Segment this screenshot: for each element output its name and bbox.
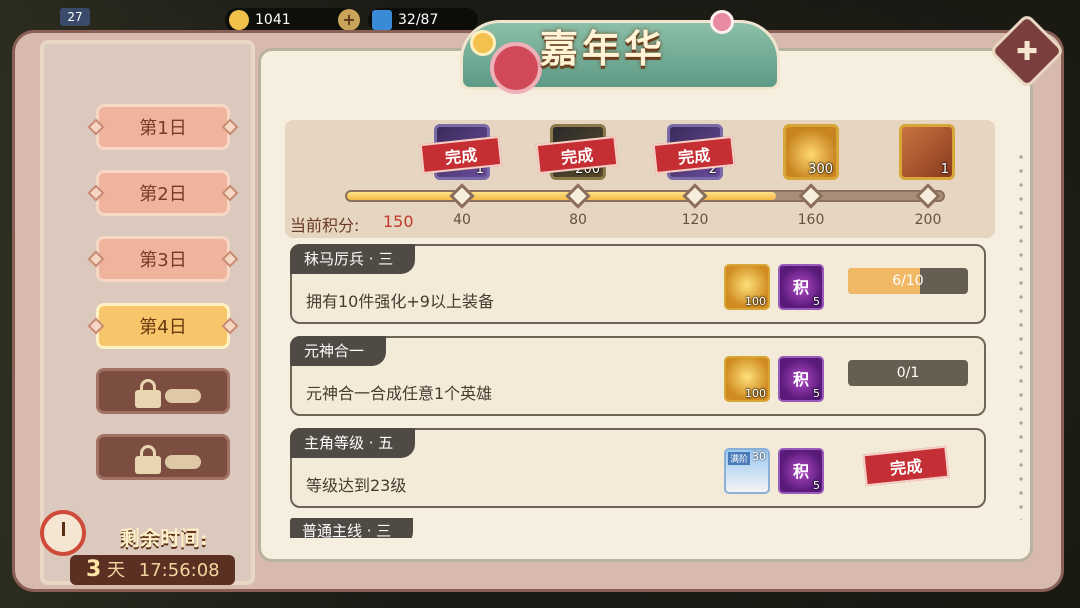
title-banner: 嘉年华	[440, 0, 800, 100]
reward-count: 300	[808, 162, 833, 177]
task-description: 拥有10件强化+9以上装备	[306, 292, 494, 311]
gold-ingot-reward-icon[interactable]: 100	[724, 264, 770, 310]
page-title: 嘉年华	[540, 26, 667, 71]
reward-level: 30	[752, 450, 766, 463]
lock-icon	[135, 379, 161, 408]
reward-count: 1	[940, 162, 949, 177]
milestone-reward-4[interactable]: 300	[783, 124, 839, 180]
task-progress-bar: 0/1	[848, 360, 968, 386]
score-progress-bar	[345, 190, 945, 202]
remaining-time-label: 剩余时间:	[120, 526, 208, 550]
energy-icon	[372, 10, 392, 30]
gold-ingot-reward-icon[interactable]: 100	[724, 356, 770, 402]
remaining-time: 3 天 17:56:08	[70, 555, 235, 585]
add-gold-button[interactable]: +	[338, 9, 360, 31]
plum-flower-icon	[710, 10, 734, 34]
task-progress-text: 0/1	[896, 365, 920, 381]
cloud-ornament-icon	[165, 389, 201, 403]
reward-count: 5	[813, 479, 820, 492]
milestone-label: 200	[914, 212, 942, 228]
day-tab-4[interactable]: 第4日	[87, 303, 239, 349]
task-title: 主角等级 · 五	[290, 428, 416, 458]
task-title: 秣马厉兵 · 三	[290, 244, 416, 274]
plum-flower-icon	[470, 30, 496, 56]
points-reward-icon[interactable]: 积5	[778, 264, 824, 310]
alarm-clock-icon	[40, 510, 86, 556]
current-score-value: 150	[383, 212, 414, 231]
close-icon: ✚	[1016, 37, 1038, 67]
points-reward-icon[interactable]: 积5	[778, 356, 824, 402]
gold-amount: 1041	[255, 12, 291, 28]
day-tab-1[interactable]: 第1日	[87, 104, 239, 150]
cloud-ornament-icon	[165, 455, 201, 469]
day-tab-2[interactable]: 第2日	[87, 170, 239, 216]
day-tab-3[interactable]: 第3日	[87, 236, 239, 282]
lock-icon	[135, 445, 161, 474]
task-progress-text: 6/10	[892, 273, 924, 289]
remaining-clock: 17:56:08	[138, 560, 220, 581]
task-card: 元神合一 元神合一合成任意1个英雄 100 积5 0/1	[290, 336, 986, 416]
task-card-partial: 普通主线 · 三	[290, 518, 986, 538]
current-score-label: 当前积分:	[290, 216, 360, 235]
day-label: 第3日	[139, 250, 187, 271]
task-progress-bar: 6/10	[848, 268, 968, 294]
reward-count: 5	[813, 295, 820, 308]
milestone-label: 80	[569, 212, 587, 228]
milestone-label: 40	[453, 212, 471, 228]
task-card: 主角等级 · 五 等级达到23级 30 满阶 积5 完成	[290, 428, 986, 508]
milestone-label: 120	[681, 212, 709, 228]
player-level: 27	[60, 8, 90, 26]
task-description: 等级达到23级	[306, 476, 407, 495]
score-progress-fill	[347, 192, 777, 200]
reward-count: 5	[813, 387, 820, 400]
reward-count: 100	[745, 387, 766, 400]
task-title: 元神合一	[290, 336, 387, 366]
day-label: 第2日	[139, 184, 187, 205]
task-description: 元神合一合成任意1个英雄	[306, 384, 493, 403]
days-unit: 天	[107, 560, 126, 581]
day-label: 第1日	[139, 118, 187, 139]
milestone-reward-5[interactable]: 1	[899, 124, 955, 180]
day-tab-5-locked[interactable]	[96, 368, 230, 414]
points-reward-icon[interactable]: 积5	[778, 448, 824, 494]
milestone-label: 160	[797, 212, 825, 228]
reward-tag: 满阶	[728, 452, 751, 465]
scroll-indicator[interactable]	[1018, 150, 1024, 520]
remaining-days: 3	[86, 557, 102, 582]
gold-counter: 1041	[225, 8, 355, 32]
gold-ingot-icon	[229, 10, 249, 30]
day-tab-6-locked[interactable]	[96, 434, 230, 480]
day-label: 第4日	[139, 317, 187, 338]
reward-count: 100	[745, 295, 766, 308]
task-completed-stamp: 完成	[862, 445, 950, 487]
hero-card-reward-icon[interactable]: 30 满阶	[724, 448, 770, 494]
task-title: 普通主线 · 三	[290, 518, 414, 538]
energy-amount: 32/87	[398, 12, 439, 28]
task-card: 秣马厉兵 · 三 拥有10件强化+9以上装备 100 积5 6/10	[290, 244, 986, 324]
plum-flower-icon	[490, 42, 542, 94]
